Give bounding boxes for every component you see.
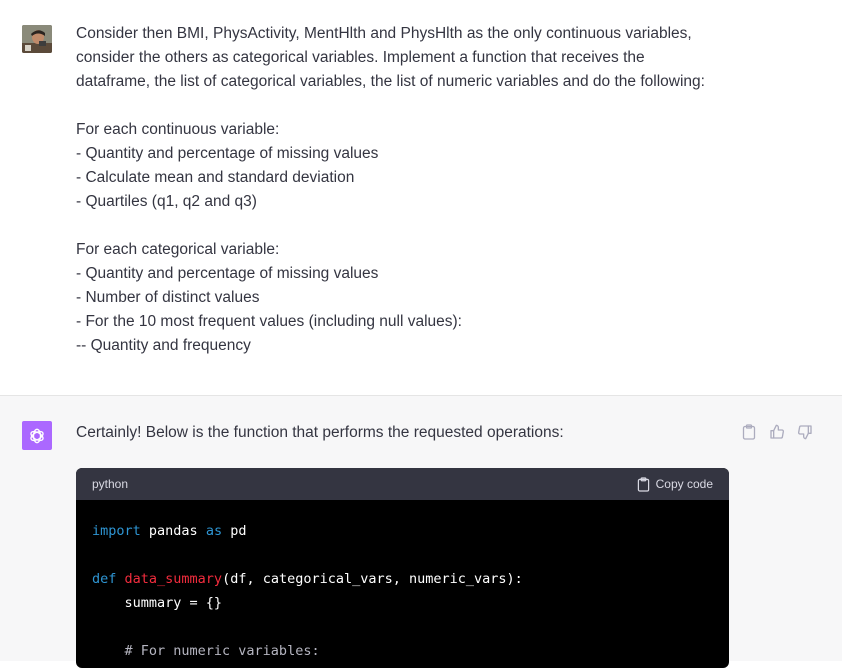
code-keyword: import [92, 523, 141, 539]
thumbs-up-icon [770, 424, 784, 439]
openai-logo-icon [22, 421, 52, 450]
code-header: python Copy code [76, 468, 729, 500]
clipboard-icon [637, 476, 649, 492]
message-line [76, 214, 736, 238]
code-line: def data_summary(df, categorical_vars, n… [92, 567, 713, 591]
thumbs-down-icon [798, 425, 812, 440]
message-line: For each continuous variable: [76, 121, 280, 138]
message-line: - Calculate mean and standard deviation [76, 169, 355, 186]
code-line: summary = {} [92, 595, 223, 611]
thumbs-up-button[interactable] [768, 423, 786, 441]
message-line: For each categorical variable: [76, 241, 280, 258]
copy-code-label: Copy code [655, 477, 713, 491]
code-keyword: as [205, 523, 223, 539]
code-comment: # For numeric variables: [92, 643, 320, 659]
message-line: - Quantity and percentage of missing val… [76, 145, 379, 162]
code-function-name: data_summary [124, 571, 223, 587]
clipboard-icon [742, 424, 756, 440]
thumbs-down-button[interactable] [796, 423, 814, 441]
code-language-label: python [92, 477, 129, 491]
message-line: -- Quantity and frequency [76, 337, 251, 354]
code-keyword: def [92, 571, 117, 587]
message-actions [740, 423, 814, 441]
message-line: - Quantity and percentage of missing val… [76, 265, 379, 282]
message-line [76, 94, 736, 118]
copy-message-button[interactable] [740, 423, 758, 441]
code-text: pd [222, 523, 247, 539]
assistant-message: Certainly! Below is the function that pe… [0, 396, 842, 668]
user-message: Consider then BMI, PhysActivity, MentHlt… [0, 0, 842, 396]
message-line: - For the 10 most frequent values (inclu… [76, 313, 462, 330]
code-body: import pandas as pd def data_summary(df,… [76, 500, 729, 663]
message-line: dataframe, the list of categorical varia… [76, 73, 705, 90]
assistant-intro-text: Certainly! Below is the function that pe… [76, 424, 564, 441]
code-block: python Copy code import pandas as pd def… [76, 468, 729, 668]
copy-code-button[interactable]: Copy code [637, 476, 713, 492]
message-line: Consider then BMI, PhysActivity, MentHlt… [76, 25, 692, 42]
code-line: import pandas as pd [92, 519, 713, 543]
code-text: (df, categorical_vars, numeric_vars): [222, 571, 523, 587]
user-avatar [22, 25, 52, 53]
message-line: - Number of distinct values [76, 289, 260, 306]
code-text: pandas [140, 523, 206, 539]
message-line: - Quartiles (q1, q2 and q3) [76, 193, 257, 210]
user-message-text: Consider then BMI, PhysActivity, MentHlt… [76, 22, 736, 358]
message-line: consider the others as categorical varia… [76, 49, 645, 66]
